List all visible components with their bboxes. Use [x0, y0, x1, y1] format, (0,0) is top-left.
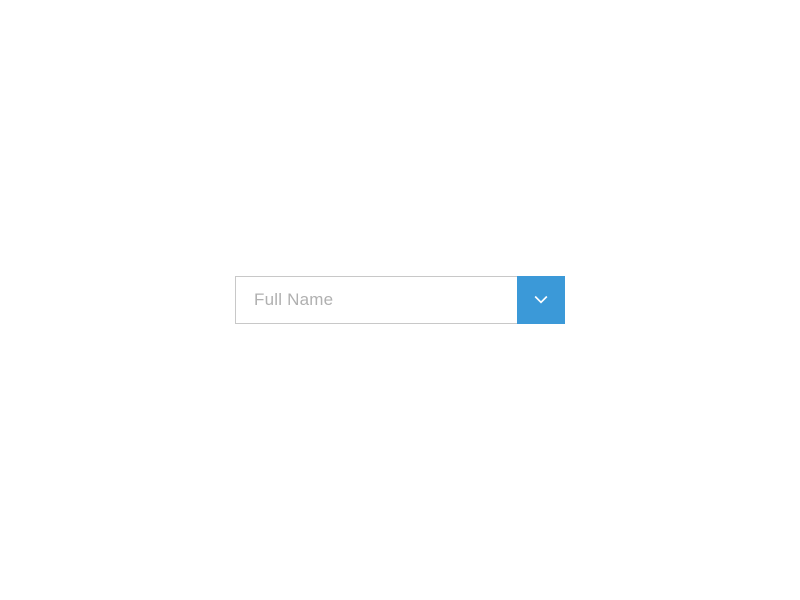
full-name-dropdown[interactable]	[235, 276, 565, 324]
chevron-down-icon	[531, 289, 551, 312]
dropdown-toggle-button[interactable]	[517, 276, 565, 324]
full-name-input[interactable]	[235, 276, 517, 324]
